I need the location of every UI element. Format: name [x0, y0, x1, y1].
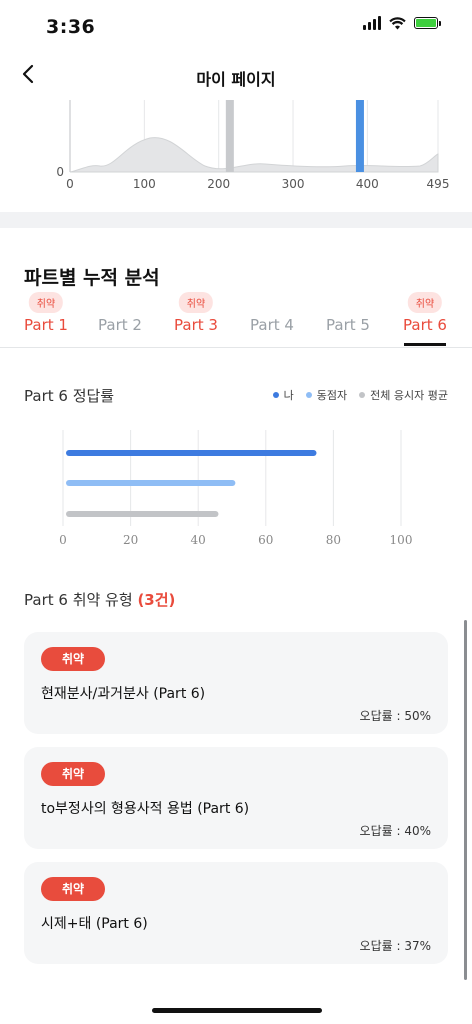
page-title: 마이 페이지 [196, 70, 276, 89]
score-distribution-chart: 0 100 200 300 400 495 0 [56, 100, 450, 191]
x-tick-label: 100 [133, 177, 156, 191]
weak-badge: 취약 [28, 292, 64, 313]
bar-3 [66, 511, 219, 517]
tab-part-6[interactable]: Part 6 [403, 316, 447, 334]
tab-part-5[interactable]: Part 5 [326, 316, 370, 334]
tab-part-3[interactable]: Part 3 [174, 316, 218, 334]
x-tick-label: 0 [66, 177, 74, 191]
error-rate: 오답률 : 37% [359, 939, 431, 953]
legend-label: 나 [283, 389, 294, 402]
legend-item-average: 전체 응시자 평균 [359, 387, 448, 403]
weak-type-title: 현재분사/과거분사 (Part 6) [41, 686, 206, 702]
x-tick-label: 495 [427, 177, 450, 191]
x-tick-label: 60 [258, 533, 273, 547]
legend-dot [359, 392, 366, 398]
weak-chip: 취약 [41, 762, 105, 786]
legend-dot [272, 392, 279, 398]
accuracy-bar-chart: 0 20 40 60 80 100 [59, 430, 413, 547]
x-tick-label: 40 [191, 533, 206, 547]
accuracy-title: Part 6 정답률 [24, 387, 115, 405]
legend-label: 동점자 [316, 389, 348, 402]
weak-chip: 취약 [41, 877, 105, 901]
legend-item-same-score: 동점자 [305, 387, 348, 403]
bar-1 [66, 450, 317, 456]
status-icons [363, 16, 441, 30]
weak-chip: 취약 [41, 647, 105, 671]
scrollbar[interactable] [464, 620, 467, 980]
y-tick-label: 0 [56, 165, 64, 179]
bar-2 [66, 480, 236, 486]
section-divider [0, 212, 472, 228]
weak-type-title: to부정사의 형용사적 용법 (Part 6) [41, 801, 250, 817]
weak-type-card[interactable]: 취약 to부정사의 형용사적 용법 (Part 6) 오답률 : 40% [24, 747, 448, 849]
tab-part-4[interactable]: Part 4 [250, 316, 294, 334]
section-title: 파트별 누적 분석 [24, 267, 160, 289]
tab-selected-underline [404, 343, 446, 346]
battery-icon [414, 17, 441, 29]
x-tick-label: 300 [282, 177, 305, 191]
wifi-icon [389, 16, 406, 29]
error-rate: 오답률 : 50% [359, 709, 431, 723]
x-tick-label: 200 [207, 177, 230, 191]
legend-dot [305, 392, 312, 398]
x-tick-label: 400 [356, 177, 379, 191]
error-rate: 오답률 : 40% [359, 824, 431, 838]
x-tick-label: 80 [326, 533, 341, 547]
home-indicator[interactable] [152, 1008, 322, 1013]
tab-part-1[interactable]: Part 1 [24, 316, 68, 334]
weak-types-title: Part 6 취약 유형 (3건) [24, 589, 175, 610]
score-marker-2 [355, 100, 364, 172]
score-marker-1 [225, 100, 234, 172]
x-tick-label: 100 [390, 533, 413, 547]
weak-types-title-text: Part 6 취약 유형 [24, 591, 138, 609]
weak-type-card[interactable]: 취약 현재분사/과거분사 (Part 6) 오답률 : 50% [24, 632, 448, 734]
status-time: 3:36 [46, 16, 96, 38]
weak-type-card[interactable]: 취약 시제+태 (Part 6) 오답률 : 37% [24, 862, 448, 964]
accuracy-legend: 나 동점자 전체 응시자 평균 [272, 387, 448, 403]
weak-badge: 취약 [178, 292, 214, 313]
weak-type-title: 시제+태 (Part 6) [41, 916, 148, 932]
tab-border [0, 347, 472, 348]
tab-part-2[interactable]: Part 2 [98, 316, 142, 334]
distribution-curve [69, 137, 439, 173]
weak-badge: 취약 [407, 292, 443, 313]
legend-label: 전체 응시자 평균 [370, 389, 448, 402]
legend-item-me: 나 [272, 387, 294, 403]
x-tick-label: 0 [59, 533, 67, 547]
x-tick-label: 20 [123, 533, 138, 547]
weak-types-count: (3건) [137, 591, 176, 609]
signal-icon [363, 16, 381, 30]
